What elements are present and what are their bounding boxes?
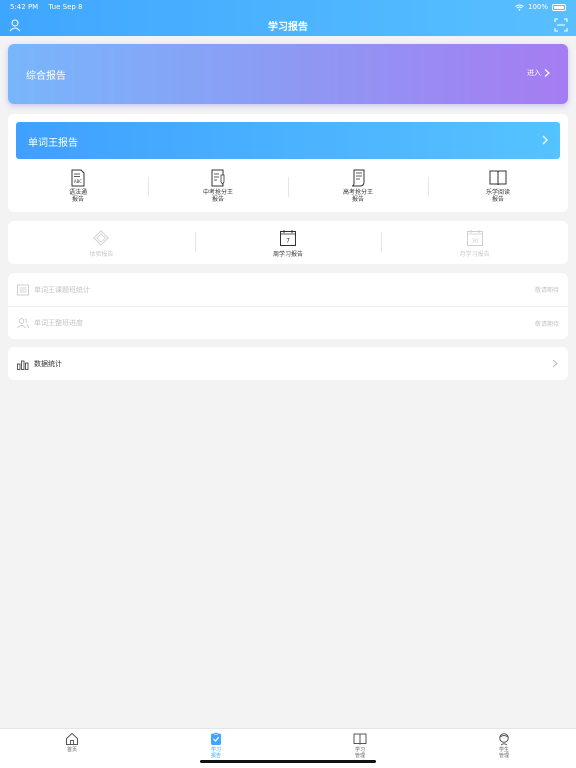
status-bar: 5:42 PM Tue Sep 8 100%: [0, 0, 576, 14]
scroll-icon: [351, 169, 365, 187]
nav-bar: 学习报告: [0, 14, 576, 36]
report-icon: [211, 732, 221, 745]
trial-report-label: 体验报告: [89, 251, 114, 258]
calendar-30-number: 30: [471, 239, 478, 245]
vocab-report-card: 单词王报告 ABC 语法通 报告 中考抢分王 报告 高考抢分王 报告 乐学阅读 …: [8, 114, 568, 212]
home-icon: [66, 732, 78, 745]
grammar-report-label-1: 语法通: [68, 189, 87, 196]
reading-report-label-2: 报告: [491, 196, 504, 203]
student-icon: [499, 733, 509, 746]
summary-report-card[interactable]: 综合报告 进入: [8, 44, 568, 104]
coming-soon-label: 敬请期待: [534, 320, 559, 328]
battery-icon: [552, 3, 566, 11]
chevron-right-icon: [544, 69, 550, 77]
class-progress-label: 单词王整班进度: [34, 319, 83, 327]
calendar-30-icon: 30: [466, 230, 483, 246]
weekly-report-item[interactable]: 7 周学习报告: [194, 221, 382, 264]
user-icon[interactable]: [8, 18, 22, 32]
report-types-card: 体验报告 7 周学习报告 30 月学习报告: [8, 221, 568, 264]
tab-student-management-label-2: 管理: [498, 753, 509, 759]
scan-icon[interactable]: [554, 18, 568, 32]
tab-study-report-label-2: 报告: [210, 753, 221, 759]
diamond-icon: [93, 230, 110, 246]
chevron-right-icon: [542, 135, 548, 145]
calendar-7-icon: 7: [280, 230, 296, 246]
summary-enter-button[interactable]: 进入: [527, 68, 550, 78]
trial-report-item[interactable]: 体验报告: [8, 221, 195, 264]
zhongkao-report-label-2: 报告: [211, 196, 224, 203]
vocab-report-grid: ABC 语法通 报告 中考抢分王 报告 高考抢分王 报告 乐学阅读 报告: [8, 167, 568, 207]
class-progress-row[interactable]: 单词王整班进度 敬请期待: [8, 306, 568, 339]
users-icon: [17, 318, 29, 329]
abc-doc-icon: ABC: [71, 169, 85, 187]
chevron-right-icon: [552, 359, 558, 368]
tab-study-management-label-2: 管理: [354, 753, 365, 759]
data-stats-row[interactable]: 数据统计: [8, 347, 568, 380]
wifi-icon: [515, 4, 524, 11]
monthly-report-item[interactable]: 30 月学习报告: [381, 221, 568, 264]
status-date: Tue Sep 8: [48, 3, 83, 11]
vocab-report-title: 单词王报告: [28, 138, 78, 149]
gaokao-report-label-2: 报告: [351, 196, 364, 203]
tab-home-label: 首页: [66, 747, 77, 753]
class-topic-stats-label: 单词王课题班统计: [34, 285, 90, 294]
reading-report-item[interactable]: 乐学阅读 报告: [428, 167, 568, 207]
svg-text:ABC: ABC: [74, 179, 82, 184]
list-icon: [17, 284, 29, 295]
gaokao-report-item[interactable]: 高考抢分王 报告: [288, 167, 428, 207]
weekly-report-label: 周学习报告: [273, 251, 304, 258]
bar-chart-icon: [17, 360, 29, 370]
class-topic-stats-row[interactable]: 单词王课题班统计 敬请期待: [8, 273, 568, 306]
battery-percent: 100%: [527, 3, 548, 11]
class-stats-card: 单词王课题班统计 敬请期待 单词王整班进度 敬请期待: [8, 273, 568, 339]
home-indicator: [200, 760, 376, 763]
reading-report-label-1: 乐学阅读: [485, 189, 510, 196]
zhongkao-report-item[interactable]: 中考抢分王 报告: [148, 167, 288, 207]
coming-soon-label: 敬请期待: [534, 287, 559, 294]
book-icon: [353, 733, 367, 745]
grammar-report-item[interactable]: ABC 语法通 报告: [8, 167, 148, 207]
status-time: 5:42 PM: [10, 3, 39, 11]
grammar-report-label-2: 报告: [71, 196, 84, 203]
zhongkao-report-label-1: 中考抢分王: [202, 189, 233, 196]
calendar-7-number: 7: [286, 238, 290, 245]
tab-student-management[interactable]: 学生 管理: [432, 729, 576, 768]
tab-home[interactable]: 首页: [0, 729, 144, 768]
monthly-report-label: 月学习报告: [459, 251, 490, 258]
page-title: 学习报告: [268, 21, 308, 33]
doc-pen-icon: [211, 169, 225, 187]
summary-enter-label: 进入: [527, 69, 541, 77]
book-open-icon: [489, 170, 507, 186]
app-header: 5:42 PM Tue Sep 8 100% 学习报告: [0, 0, 576, 36]
vocab-report-banner[interactable]: 单词王报告: [16, 122, 560, 159]
data-stats-label: 数据统计: [34, 359, 62, 368]
summary-title: 综合报告: [26, 71, 66, 82]
gaokao-report-label-1: 高考抢分王: [342, 189, 373, 196]
